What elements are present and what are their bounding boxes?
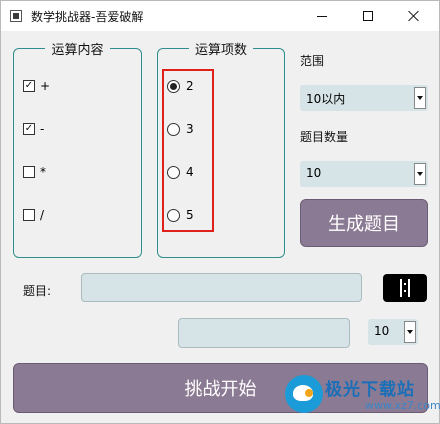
radio-2-label: 2 <box>186 79 194 93</box>
radio-2[interactable]: 2 <box>167 79 194 93</box>
timer-dropdown-button[interactable] <box>404 321 416 343</box>
range-value: 10以内 <box>306 92 346 106</box>
close-button[interactable] <box>391 1 437 31</box>
watermark-url: www.xz7.com <box>365 399 440 412</box>
close-icon <box>408 10 420 22</box>
timer-select-value: 10 <box>374 324 390 338</box>
checkbox-minus[interactable]: ✓ - <box>23 122 44 136</box>
count-label: 题目数量 <box>300 130 349 144</box>
timer-digit <box>400 279 410 297</box>
checkbox-plus[interactable]: ✓ + <box>23 79 50 93</box>
radio-5[interactable]: 5 <box>167 208 194 222</box>
checkbox-multiply-box[interactable] <box>23 166 35 178</box>
window-title: 数学挑战器-吾爱破解 <box>31 10 144 24</box>
checkbox-divide-box[interactable] <box>23 209 35 221</box>
chevron-down-icon <box>407 330 413 334</box>
radio-4-dot[interactable] <box>167 165 180 179</box>
operation-content-title: 运算内容 <box>51 43 104 58</box>
range-dropdown-button[interactable] <box>414 87 426 109</box>
radio-5-label: 5 <box>186 208 194 222</box>
chevron-down-icon <box>417 96 423 100</box>
maximize-button[interactable] <box>345 1 391 31</box>
watermark: 极光下载站 www.xz7.com <box>285 373 440 419</box>
radio-3[interactable]: 3 <box>167 122 194 136</box>
minimize-icon <box>317 15 327 17</box>
watermark-text: 极光下载站 <box>325 380 415 400</box>
radio-3-label: 3 <box>186 122 194 136</box>
checkbox-minus-box[interactable]: ✓ <box>23 123 35 135</box>
operation-content-group: 运算内容 <box>13 39 142 258</box>
question-label: 题目: <box>23 284 52 298</box>
minimize-button[interactable] <box>299 1 345 31</box>
timer-display <box>383 274 427 302</box>
question-field <box>81 273 362 302</box>
count-value: 10 <box>306 166 322 180</box>
count-dropdown-button[interactable] <box>414 163 426 185</box>
radio-2-dot[interactable] <box>167 79 180 93</box>
checkbox-minus-label: - <box>40 122 45 136</box>
checkbox-multiply[interactable]: * <box>23 165 46 179</box>
radio-5-dot[interactable] <box>167 208 180 222</box>
range-label: 范围 <box>300 54 325 68</box>
radio-3-dot[interactable] <box>167 122 180 136</box>
maximize-icon <box>363 11 373 21</box>
app-icon <box>10 10 22 22</box>
checkbox-plus-box[interactable]: ✓ <box>23 80 35 92</box>
radio-4[interactable]: 4 <box>167 165 194 179</box>
answer-input[interactable] <box>178 318 350 348</box>
title-bar: 数学挑战器-吾爱破解 <box>1 1 439 31</box>
generate-button[interactable]: 生成题目 <box>300 199 428 247</box>
count-select[interactable]: 10 <box>300 161 428 187</box>
range-select[interactable]: 10以内 <box>300 85 428 111</box>
timer-select[interactable]: 10 <box>368 319 418 345</box>
watermark-logo-icon <box>285 375 323 413</box>
checkbox-multiply-label: * <box>40 165 46 179</box>
checkbox-plus-label: + <box>40 79 51 93</box>
radio-4-label: 4 <box>186 165 194 179</box>
chevron-down-icon <box>417 172 423 176</box>
operand-count-title: 运算项数 <box>194 43 247 58</box>
app-window: 数学挑战器-吾爱破解 运算内容 ✓ + ✓ - * / 运算项数 2 3 4 5… <box>0 0 440 424</box>
checkbox-divide[interactable]: / <box>23 208 44 222</box>
checkbox-divide-label: / <box>40 208 45 222</box>
